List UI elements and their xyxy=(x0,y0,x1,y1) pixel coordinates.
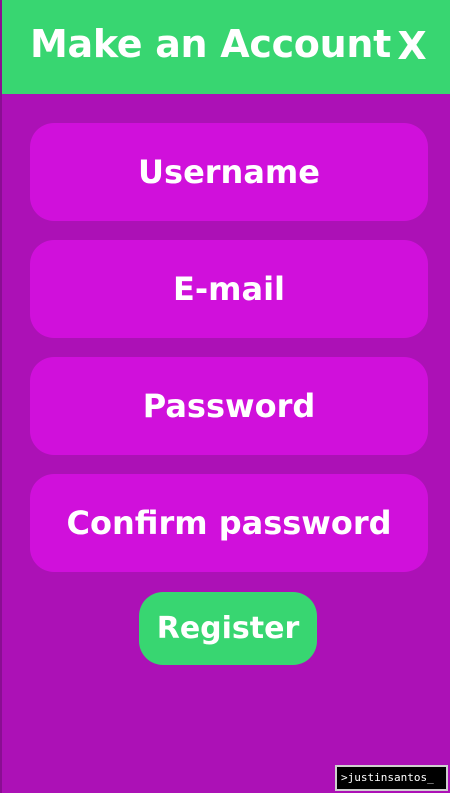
email-input[interactable] xyxy=(30,240,428,338)
close-button[interactable]: X xyxy=(394,24,430,68)
register-button[interactable]: Register xyxy=(139,592,317,665)
register-screen: Make an Account X Register >justinsantos… xyxy=(0,0,450,793)
confirm-password-input[interactable] xyxy=(30,474,428,572)
password-input[interactable] xyxy=(30,357,428,455)
password-field-container xyxy=(30,357,428,455)
header-bar: Make an Account X xyxy=(2,0,450,94)
email-field-container xyxy=(30,240,428,338)
username-field-container xyxy=(30,123,428,221)
watermark-badge: >justinsantos_ xyxy=(335,765,448,791)
confirm-password-field-container xyxy=(30,474,428,572)
page-title: Make an Account xyxy=(30,22,391,66)
username-input[interactable] xyxy=(30,123,428,221)
